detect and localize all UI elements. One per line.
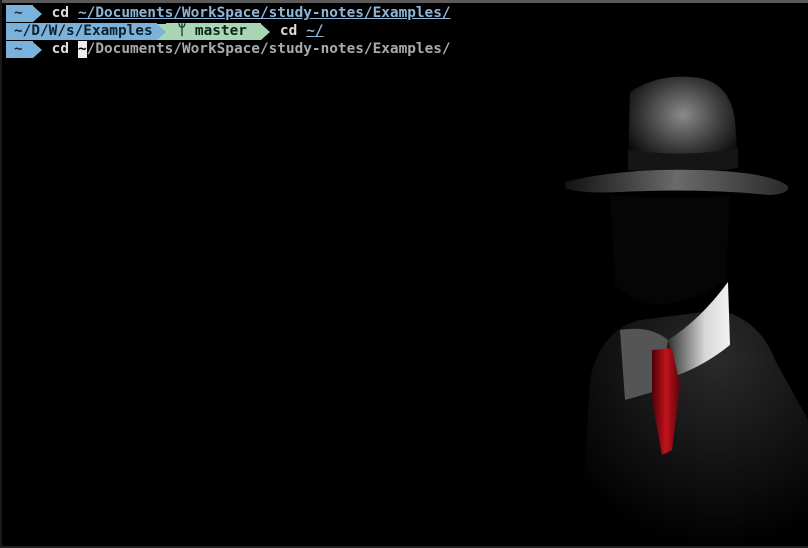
prompt-git-segment: ᛘ master: [165, 23, 261, 40]
git-branch-label: ᛘ master: [177, 23, 247, 39]
command-text: cd: [51, 41, 69, 57]
prompt-home-segment: ~: [6, 5, 33, 22]
text-cursor: ~: [78, 41, 87, 58]
prompt-separator-icon: [260, 23, 270, 40]
prompt-directory-segment: ~/D/W/s/Examples: [6, 23, 157, 40]
command-text: cd: [51, 5, 69, 21]
prompt-home-segment: ~: [6, 41, 33, 58]
command-input[interactable]: ~/Documents/WorkSpace/study-notes/Exampl…: [78, 41, 451, 58]
window-top-edge: [0, 0, 808, 3]
wallpaper-man-in-hat: [565, 76, 808, 548]
command-text: cd: [279, 23, 298, 39]
terminal-line-3[interactable]: ~ cd ~/Documents/WorkSpace/study-notes/Exa…: [6, 41, 451, 58]
prompt-separator-icon: [32, 41, 42, 58]
terminal-line-2: ~/D/W/s/Examples ᛘ master cd ~/: [6, 23, 324, 40]
command-path-argument[interactable]: ~/Documents/WorkSpace/study-notes/Exampl…: [78, 5, 451, 22]
prompt-separator-icon: [32, 5, 42, 22]
prompt-separator-icon: [156, 23, 166, 40]
command-path-argument[interactable]: ~/: [306, 23, 323, 40]
terminal-window[interactable]: ~ cd ~/Documents/WorkSpace/study-notes/Exa…: [0, 0, 808, 548]
window-left-edge: [0, 0, 2, 548]
terminal-line-1: ~ cd ~/Documents/WorkSpace/study-notes/Exa…: [6, 5, 451, 22]
command-input-rest: /Documents/WorkSpace/study-notes/Example…: [86, 41, 451, 57]
